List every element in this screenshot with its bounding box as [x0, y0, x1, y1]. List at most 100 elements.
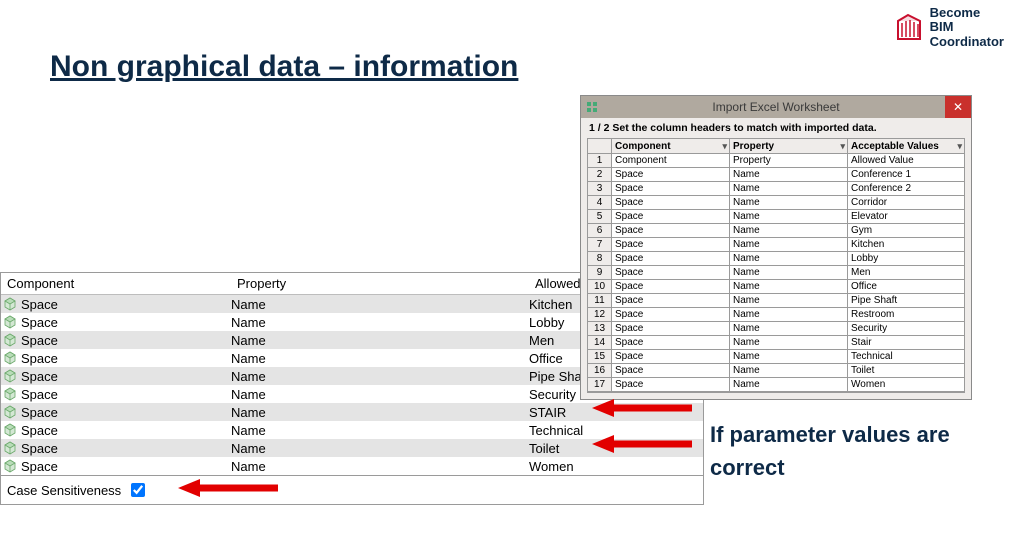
dialog-row[interactable]: 14SpaceNameStair — [588, 336, 964, 350]
cell-component: Space — [612, 224, 730, 238]
cell-component: Space — [612, 280, 730, 294]
row-number: 14 — [588, 336, 612, 350]
cell-property: Name — [231, 333, 529, 348]
cell-acceptable: Lobby — [848, 252, 964, 266]
dialog-instruction: 1 / 2 Set the column headers to match wi… — [581, 118, 971, 138]
dialog-header-property[interactable]: Property▾ — [730, 139, 848, 154]
cell-acceptable: Stair — [848, 336, 964, 350]
dialog-row[interactable]: 6SpaceNameGym — [588, 224, 964, 238]
brand-logo: Become BIM Coordinator — [894, 6, 1004, 49]
cell-component: Component — [612, 154, 730, 168]
cell-property: Name — [730, 322, 848, 336]
cell-acceptable: Elevator — [848, 210, 964, 224]
cell-property: Name — [730, 336, 848, 350]
cell-property: Name — [730, 280, 848, 294]
logo-line: BIM — [930, 20, 1004, 34]
cell-property: Name — [730, 378, 848, 392]
row-number: 8 — [588, 252, 612, 266]
cell-property: Name — [730, 252, 848, 266]
case-sensitiveness-row: Case Sensitiveness — [1, 475, 703, 504]
cell-property: Name — [231, 351, 529, 366]
cell-property: Name — [231, 315, 529, 330]
dialog-row[interactable]: 13SpaceNameSecurity — [588, 322, 964, 336]
cell-acceptable: Conference 2 — [848, 182, 964, 196]
cell-property: Name — [231, 369, 529, 384]
dialog-titlebar[interactable]: Import Excel Worksheet ✕ — [581, 96, 971, 118]
cube-icon — [1, 441, 19, 455]
cell-component: Space — [19, 315, 231, 330]
cell-component: Space — [19, 459, 231, 474]
cell-component: Space — [612, 266, 730, 280]
cube-icon — [1, 405, 19, 419]
dialog-row[interactable]: 1ComponentPropertyAllowed Value — [588, 154, 964, 168]
dialog-row[interactable]: 17SpaceNameWomen — [588, 378, 964, 392]
row-number: 15 — [588, 350, 612, 364]
cell-acceptable: Conference 1 — [848, 168, 964, 182]
dialog-row[interactable]: 12SpaceNameRestroom — [588, 308, 964, 322]
row-number: 7 — [588, 238, 612, 252]
cell-acceptable: Gym — [848, 224, 964, 238]
cell-component: Space — [612, 210, 730, 224]
cell-component: Space — [612, 336, 730, 350]
cell-acceptable: Security — [848, 322, 964, 336]
cell-property: Name — [730, 308, 848, 322]
dialog-row[interactable]: 4SpaceNameCorridor — [588, 196, 964, 210]
page-title: Non graphical data – information — [50, 50, 518, 84]
row-number: 9 — [588, 266, 612, 280]
dialog-row[interactable]: 11SpaceNamePipe Shaft — [588, 294, 964, 308]
dialog-row[interactable]: 8SpaceNameLobby — [588, 252, 964, 266]
cube-icon — [1, 387, 19, 401]
case-sensitiveness-label: Case Sensitiveness — [7, 483, 121, 498]
import-excel-dialog: Import Excel Worksheet ✕ 1 / 2 Set the c… — [580, 95, 972, 400]
dialog-row[interactable]: 16SpaceNameToilet — [588, 364, 964, 378]
dropdown-icon: ▾ — [957, 141, 962, 152]
cell-property: Name — [730, 364, 848, 378]
cell-component: Space — [19, 297, 231, 312]
cell-value: STAIR — [529, 405, 703, 420]
dialog-row[interactable]: 10SpaceNameOffice — [588, 280, 964, 294]
dialog-header-component[interactable]: Component▾ — [612, 139, 730, 154]
cell-property: Name — [730, 196, 848, 210]
dialog-row[interactable]: 2SpaceNameConference 1 — [588, 168, 964, 182]
cell-property: Name — [231, 405, 529, 420]
dialog-close-button[interactable]: ✕ — [945, 96, 971, 118]
dialog-row[interactable]: 9SpaceNameMen — [588, 266, 964, 280]
table-row[interactable]: SpaceNameWomen — [1, 457, 703, 475]
cell-acceptable: Kitchen — [848, 238, 964, 252]
cell-property: Name — [730, 182, 848, 196]
dialog-header-acceptable-values[interactable]: Acceptable Values▾ — [848, 139, 964, 154]
row-number: 1 — [588, 154, 612, 168]
case-sensitiveness-checkbox[interactable] — [131, 483, 145, 497]
dialog-row[interactable]: 3SpaceNameConference 2 — [588, 182, 964, 196]
cell-acceptable: Corridor — [848, 196, 964, 210]
row-number: 2 — [588, 168, 612, 182]
dropdown-icon: ▾ — [840, 141, 845, 152]
cell-property: Name — [730, 266, 848, 280]
logo-line: Become — [930, 6, 1004, 20]
cell-acceptable: Office — [848, 280, 964, 294]
cell-property: Name — [231, 387, 529, 402]
cube-icon — [1, 333, 19, 347]
cell-value: Technical — [529, 423, 703, 438]
cube-icon — [1, 297, 19, 311]
header-property[interactable]: Property — [231, 273, 529, 294]
cell-component: Space — [612, 182, 730, 196]
cell-property: Property — [730, 154, 848, 168]
cell-component: Space — [612, 196, 730, 210]
cell-component: Space — [19, 333, 231, 348]
dialog-grid-header: Component▾ Property▾ Acceptable Values▾ — [588, 139, 964, 154]
row-number: 11 — [588, 294, 612, 308]
row-number: 17 — [588, 378, 612, 392]
table-row[interactable]: SpaceNameTechnical — [1, 421, 703, 439]
dialog-row[interactable]: 7SpaceNameKitchen — [588, 238, 964, 252]
row-number: 6 — [588, 224, 612, 238]
dialog-row[interactable]: 5SpaceNameElevator — [588, 210, 964, 224]
cell-acceptable: Restroom — [848, 308, 964, 322]
cell-component: Space — [19, 405, 231, 420]
dialog-grid-corner — [588, 139, 612, 154]
table-row[interactable]: SpaceNameSTAIR — [1, 403, 703, 421]
dialog-row[interactable]: 15SpaceNameTechnical — [588, 350, 964, 364]
cell-component: Space — [612, 252, 730, 266]
header-component[interactable]: Component — [1, 273, 231, 294]
table-row[interactable]: SpaceNameToilet — [1, 439, 703, 457]
